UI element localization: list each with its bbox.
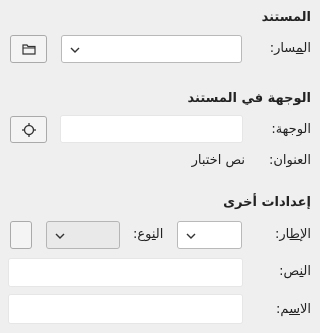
type-label-part1: ال — [155, 227, 164, 242]
type-label-part2: وع: — [133, 227, 152, 242]
name-label: الاسم: — [276, 302, 311, 317]
folder-icon — [21, 44, 36, 55]
path-label: المسار: — [270, 41, 311, 56]
frame-combobox[interactable] — [177, 221, 242, 249]
address-value: نص اختبار — [191, 153, 245, 168]
type-combobox[interactable] — [46, 221, 120, 249]
path-combobox[interactable] — [61, 35, 242, 63]
frame-label-mnemonic: ط — [289, 227, 300, 242]
name-label-part2: م: — [276, 302, 290, 317]
text-input[interactable] — [8, 258, 243, 287]
pick-target-button[interactable] — [10, 116, 47, 143]
frame-label-part1: الإ — [299, 227, 311, 242]
text-label-part1: ال — [303, 264, 311, 279]
name-input[interactable] — [8, 294, 243, 324]
section-title-target: الوجهة في المستند — [187, 91, 311, 106]
chevron-down-icon[interactable] — [186, 233, 196, 239]
path-label-part2: سار: — [269, 41, 296, 56]
target-input[interactable] — [60, 115, 243, 143]
chevron-down-icon[interactable] — [70, 47, 80, 53]
frame-label: الإطار: — [275, 227, 311, 242]
address-label: العنوان: — [268, 153, 311, 168]
type-label: النوع: — [133, 227, 163, 242]
text-label: النص: — [279, 264, 311, 279]
crosshair-icon — [21, 122, 36, 137]
text-label-part2: ص: — [279, 264, 300, 279]
browse-folder-button[interactable] — [10, 35, 47, 63]
name-label-part1: الا — [299, 302, 311, 317]
section-title-document: المستند — [261, 10, 311, 25]
chevron-down-icon[interactable] — [55, 233, 65, 239]
name-label-mnemonic: س — [289, 302, 300, 317]
target-label: الوجهة: — [271, 122, 311, 137]
section-title-other-settings: إعدادات أخرى — [223, 195, 311, 210]
frame-label-part2: ار: — [274, 227, 290, 242]
path-label-part1: ال — [303, 41, 311, 56]
frame-options-button[interactable] — [10, 221, 32, 249]
